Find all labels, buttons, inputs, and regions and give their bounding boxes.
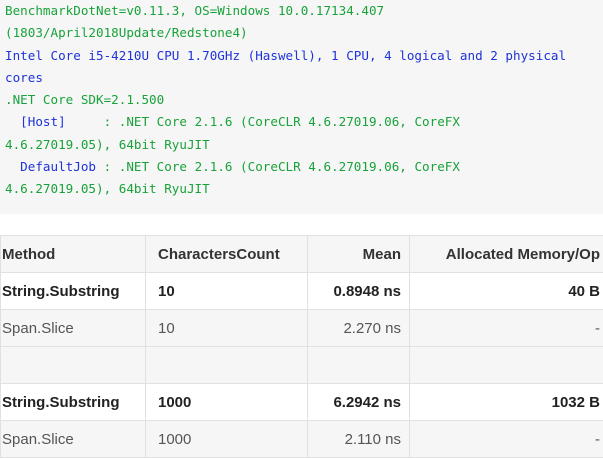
environment-info-block: BenchmarkDotNet=v0.11.3, OS=Windows 10.0… <box>0 0 603 214</box>
mean-cell: 0.8948 ns <box>307 272 410 310</box>
environment-text: (1803/April2018Update/Redstone4) <box>5 25 248 41</box>
table-row: String.Substring 10 0.8948 ns 40 B <box>0 272 603 310</box>
environment-text: 4.6.27019.05), 64bit RyuJIT <box>5 136 210 152</box>
environment-line: DefaultJob : .NET Core 2.1.6 (CoreCLR 4.… <box>5 156 603 178</box>
mean-cell: 2.270 ns <box>307 309 410 347</box>
mean-cell <box>307 346 410 384</box>
column-header-allocated-memory: Allocated Memory/Op <box>409 235 603 273</box>
allocated-memory-cell: - <box>409 309 603 347</box>
environment-line: (1803/April2018Update/Redstone4) <box>5 22 603 44</box>
allocated-memory-cell: 40 B <box>409 272 603 310</box>
environment-line: cores <box>5 67 603 89</box>
allocated-memory-cell <box>409 346 603 384</box>
method-cell: Span.Slice <box>0 309 146 347</box>
column-header-mean: Mean <box>307 235 410 273</box>
environment-line: 4.6.27019.05), 64bit RyuJIT <box>5 134 603 156</box>
table-row: String.Substring 1000 6.2942 ns 1032 B <box>0 383 603 421</box>
environment-line: Intel Core i5-4210U CPU 1.70GHz (Haswell… <box>5 45 603 67</box>
environment-text: : .NET Core 2.1.6 (CoreCLR 4.6.27019.06,… <box>96 159 460 175</box>
environment-line: .NET Core SDK=2.1.500 <box>5 89 603 111</box>
table-row: Span.Slice 1000 2.110 ns - <box>0 420 603 458</box>
method-cell: String.Substring <box>0 272 146 310</box>
environment-text: : .NET Core 2.1.6 (CoreCLR 4.6.27019.06,… <box>65 114 460 130</box>
environment-line: BenchmarkDotNet=v0.11.3, OS=Windows 10.0… <box>5 0 603 22</box>
characters-count-cell <box>145 346 308 384</box>
characters-count-cell: 10 <box>145 309 308 347</box>
allocated-memory-cell: 1032 B <box>409 383 603 421</box>
environment-text: cores <box>5 69 43 85</box>
mean-cell: 2.110 ns <box>307 420 410 458</box>
characters-count-cell: 10 <box>145 272 308 310</box>
benchmark-results-table: Method CharactersCount Mean Allocated Me… <box>0 235 603 458</box>
environment-text: DefaultJob <box>5 159 96 175</box>
environment-line: [Host] : .NET Core 2.1.6 (CoreCLR 4.6.27… <box>5 111 603 133</box>
environment-text: .NET Core SDK=2.1.500 <box>5 92 165 108</box>
characters-count-cell: 1000 <box>145 383 308 421</box>
environment-line: 4.6.27019.05), 64bit RyuJIT <box>5 178 603 200</box>
environment-text: [Host] <box>5 114 66 130</box>
environment-text: BenchmarkDotNet=v0.11.3, OS=Windows 10.0… <box>5 3 385 18</box>
column-header-method: Method <box>0 235 146 273</box>
method-cell: String.Substring <box>0 383 146 421</box>
column-header-characters-count: CharactersCount <box>145 235 308 273</box>
table-header-row: Method CharactersCount Mean Allocated Me… <box>0 235 603 273</box>
mean-cell: 6.2942 ns <box>307 383 410 421</box>
table-row: Span.Slice 10 2.270 ns - <box>0 309 603 347</box>
environment-text: 4.6.27019.05), 64bit RyuJIT <box>5 181 210 197</box>
allocated-memory-cell: - <box>409 420 603 458</box>
method-cell: Span.Slice <box>0 420 146 458</box>
characters-count-cell: 1000 <box>145 420 308 458</box>
table-row <box>0 346 603 384</box>
method-cell <box>0 346 146 384</box>
environment-text: Intel Core i5-4210U CPU 1.70GHz (Haswell… <box>5 47 567 63</box>
